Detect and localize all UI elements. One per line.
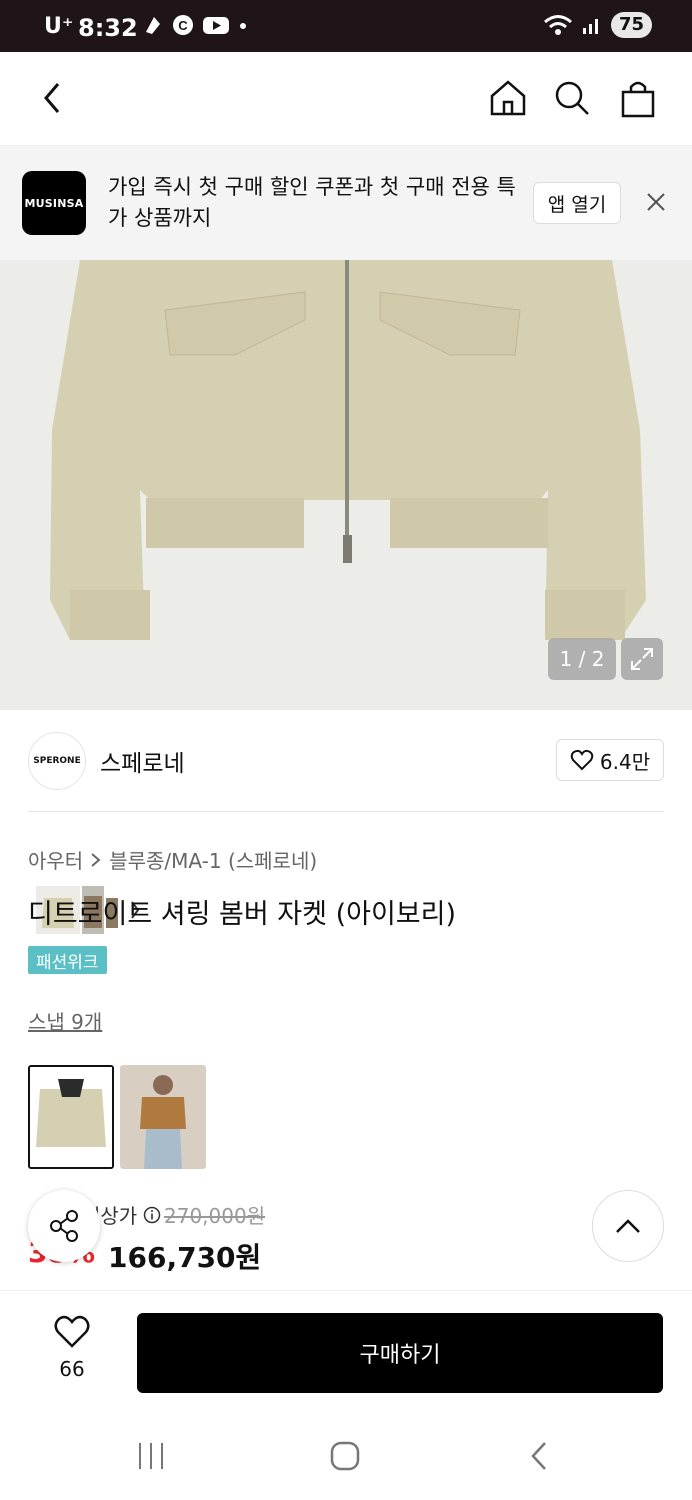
status-bar: U⁺ 8:32 C 75: [0, 0, 692, 52]
chevron-up-icon: [616, 1219, 640, 1233]
scroll-to-top-button[interactable]: [592, 1190, 664, 1262]
app-notification-icon: [146, 17, 160, 34]
app-promo-banner: MUSINSA 가입 즉시 첫 구매 할인 쿠폰과 첫 구매 전용 특가 상품까…: [0, 146, 692, 260]
close-banner-button[interactable]: [640, 186, 672, 218]
original-price: 270,000원: [164, 1204, 266, 1228]
close-icon: [647, 193, 665, 211]
purchase-bar: 66 구매하기: [0, 1290, 692, 1410]
back-nav-button[interactable]: [514, 1436, 564, 1476]
share-icon: [50, 1210, 78, 1242]
back-button[interactable]: [30, 76, 74, 120]
snap-thumbnail: [30, 1067, 112, 1167]
wishlist-button[interactable]: 66: [42, 1315, 102, 1381]
brand-row[interactable]: SPERONE 스페로네 6.4만: [28, 730, 664, 812]
product-title: 디트로이트 셔링 봄버 자켓 (아이보리): [28, 899, 456, 930]
brand-logo: SPERONE: [28, 732, 86, 790]
breadcrumb: 아우터 블루종/MA-1 (스페로네): [28, 845, 317, 874]
cart-button[interactable]: [616, 76, 660, 120]
clock: 8:32: [78, 14, 138, 42]
heart-icon: [54, 1315, 90, 1348]
snap-link[interactable]: 스냅 9개: [28, 1006, 102, 1035]
event-tag: 패션위크: [28, 946, 107, 974]
expand-icon: [631, 648, 653, 670]
search-icon: [555, 81, 589, 115]
battery-indicator: 75: [610, 12, 652, 38]
dot-icon: [240, 23, 246, 29]
home-nav-icon: [330, 1441, 360, 1471]
svg-text:C: C: [178, 18, 188, 33]
snap-image-list: [28, 1065, 206, 1169]
breadcrumb-item-outer[interactable]: 아우터: [28, 845, 83, 874]
signal-icon: [582, 19, 598, 34]
share-button[interactable]: [28, 1190, 100, 1262]
home-icon: [490, 80, 526, 116]
wifi-icon: [543, 15, 572, 35]
chevron-right-icon: [91, 852, 101, 867]
back-nav-icon: [531, 1442, 546, 1470]
app-bar: [0, 52, 692, 146]
snap-thumbnail: [120, 1065, 206, 1169]
brand-name[interactable]: 스페로네: [100, 744, 185, 778]
chevron-left-icon: [44, 83, 60, 113]
youtube-icon: [203, 17, 229, 34]
brand-like-count: 6.4만: [599, 749, 651, 774]
heart-icon: [570, 749, 594, 771]
snap-image[interactable]: [120, 1065, 206, 1169]
recent-apps-button[interactable]: [126, 1436, 176, 1476]
notification-icons: C: [142, 14, 248, 36]
expand-button[interactable]: [621, 638, 663, 680]
open-app-button[interactable]: 앱 열기: [533, 182, 621, 224]
c-badge-icon: C: [173, 15, 193, 35]
buy-button[interactable]: 구매하기: [137, 1313, 663, 1393]
sale-price: 166,730원: [108, 1241, 262, 1274]
brand-like-button[interactable]: 6.4만: [556, 739, 664, 781]
snap-image[interactable]: [28, 1065, 114, 1169]
image-counter: 1 / 2: [548, 638, 616, 680]
home-nav-button[interactable]: [320, 1436, 370, 1476]
shopping-bag-icon: [621, 81, 655, 118]
home-button[interactable]: [486, 76, 530, 120]
wishlist-count: 66: [59, 1357, 85, 1381]
breadcrumb-item-category[interactable]: 블루종/MA-1 (스페로네): [109, 845, 317, 874]
promo-message: 가입 즉시 첫 구매 할인 쿠폰과 첫 구매 전용 특가 상품까지: [108, 175, 516, 230]
system-nav-bar: [0, 1410, 692, 1500]
info-icon[interactable]: [143, 1206, 161, 1224]
product-image-gallery[interactable]: 1 / 2: [0, 260, 692, 940]
musinsa-logo: MUSINSA: [22, 171, 86, 235]
recent-apps-icon: [139, 1443, 163, 1469]
carrier-label: U⁺: [44, 14, 74, 39]
search-button[interactable]: [550, 76, 594, 120]
